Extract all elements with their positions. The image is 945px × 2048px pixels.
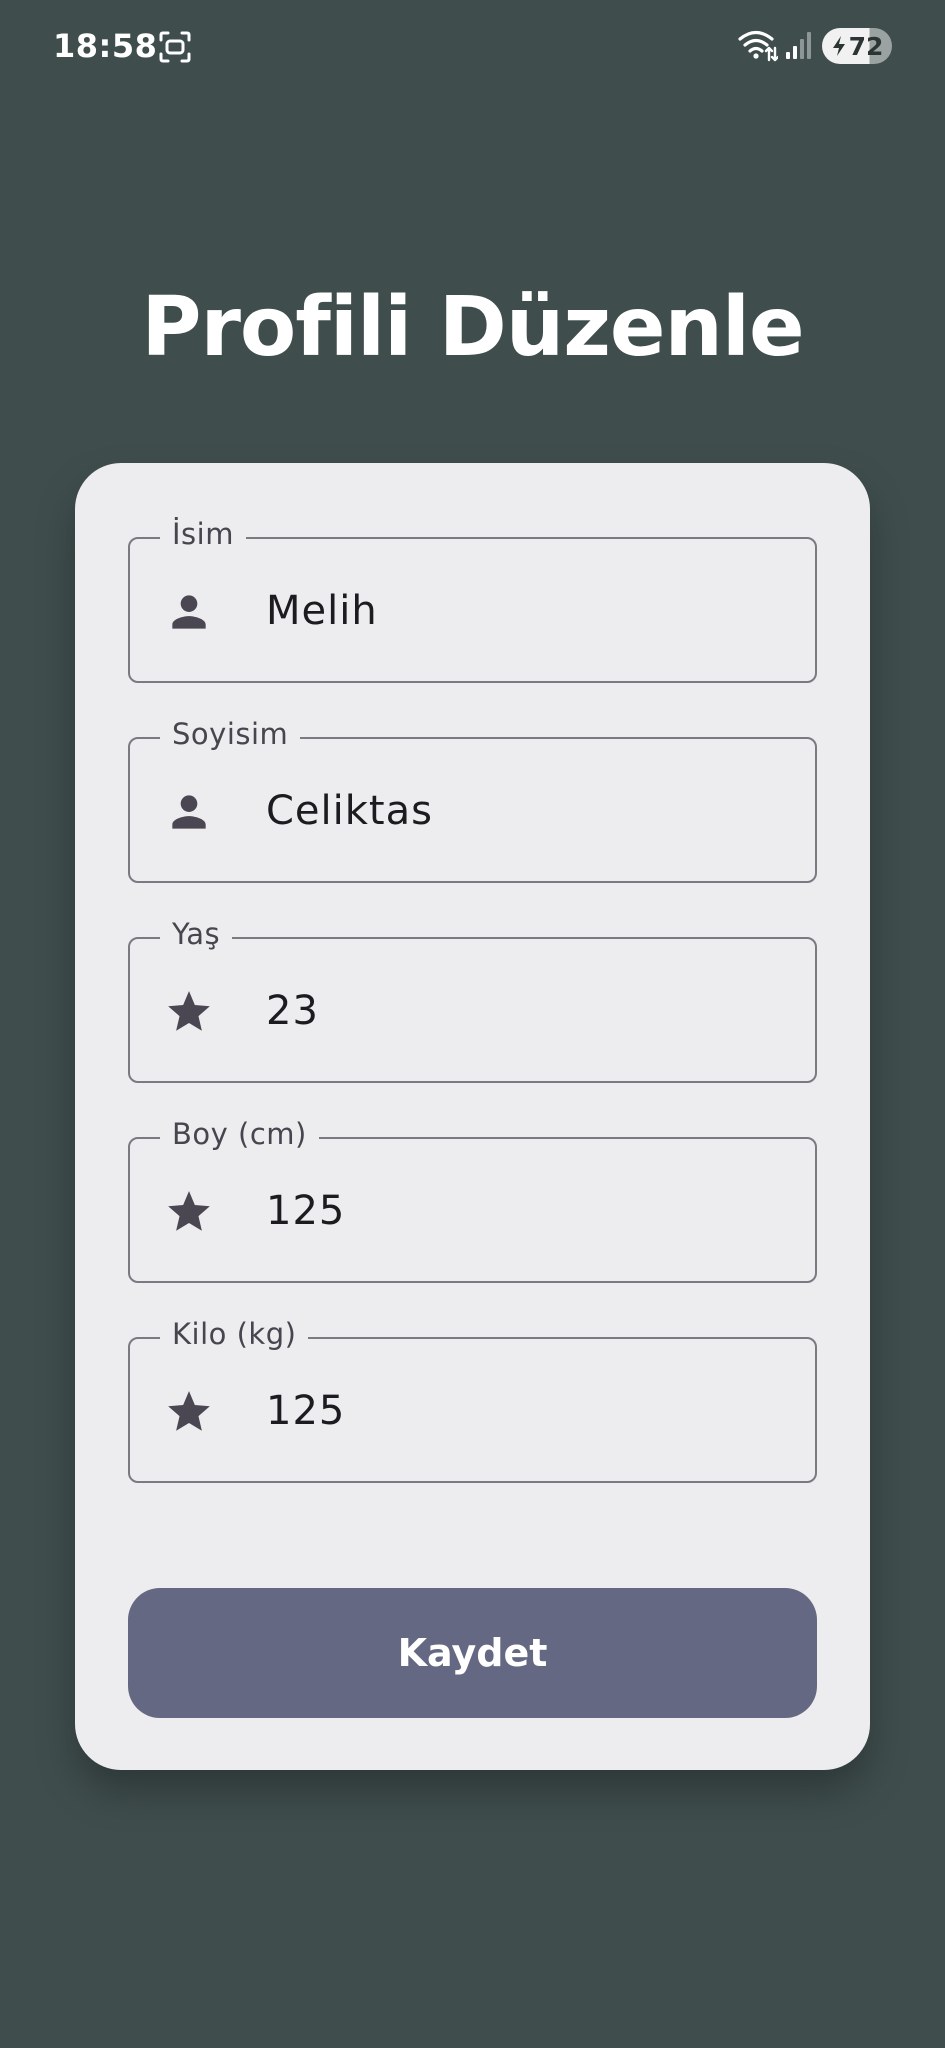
battery-level: 72 xyxy=(848,31,884,61)
bolt-icon xyxy=(832,36,845,56)
save-button[interactable]: Kaydet xyxy=(128,1588,817,1718)
screen-record-icon xyxy=(159,31,191,63)
signal-icon xyxy=(786,32,811,59)
name-field-label: İsim xyxy=(160,517,246,551)
weight-field[interactable]: Kilo (kg) xyxy=(128,1317,817,1483)
surname-input[interactable] xyxy=(266,779,786,843)
name-field[interactable]: İsim xyxy=(128,517,817,683)
profile-form-card: İsim Soyisim Yaş Boy (cm) Kilo (kg) Kayd xyxy=(75,463,870,1770)
age-field[interactable]: Yaş xyxy=(128,917,817,1083)
weight-input[interactable] xyxy=(266,1379,786,1443)
star-icon xyxy=(168,1191,210,1231)
age-input[interactable] xyxy=(266,979,786,1043)
wifi-icon xyxy=(738,30,778,62)
age-field-label: Yaş xyxy=(160,917,233,951)
height-field-label: Boy (cm) xyxy=(160,1117,319,1151)
status-time: 18:58 xyxy=(53,27,158,65)
star-icon xyxy=(168,1391,210,1431)
height-input[interactable] xyxy=(266,1179,786,1243)
status-bar: 18:58 72 xyxy=(0,0,945,90)
weight-field-label: Kilo (kg) xyxy=(160,1317,309,1351)
name-input[interactable] xyxy=(266,579,786,643)
surname-field[interactable]: Soyisim xyxy=(128,717,817,883)
person-icon xyxy=(172,795,206,829)
page-title: Profili Düzenle xyxy=(141,280,804,375)
surname-field-label: Soyisim xyxy=(160,717,301,751)
height-field[interactable]: Boy (cm) xyxy=(128,1117,817,1283)
person-icon xyxy=(172,595,206,629)
star-icon xyxy=(168,991,210,1031)
battery-icon: 72 xyxy=(822,28,892,64)
